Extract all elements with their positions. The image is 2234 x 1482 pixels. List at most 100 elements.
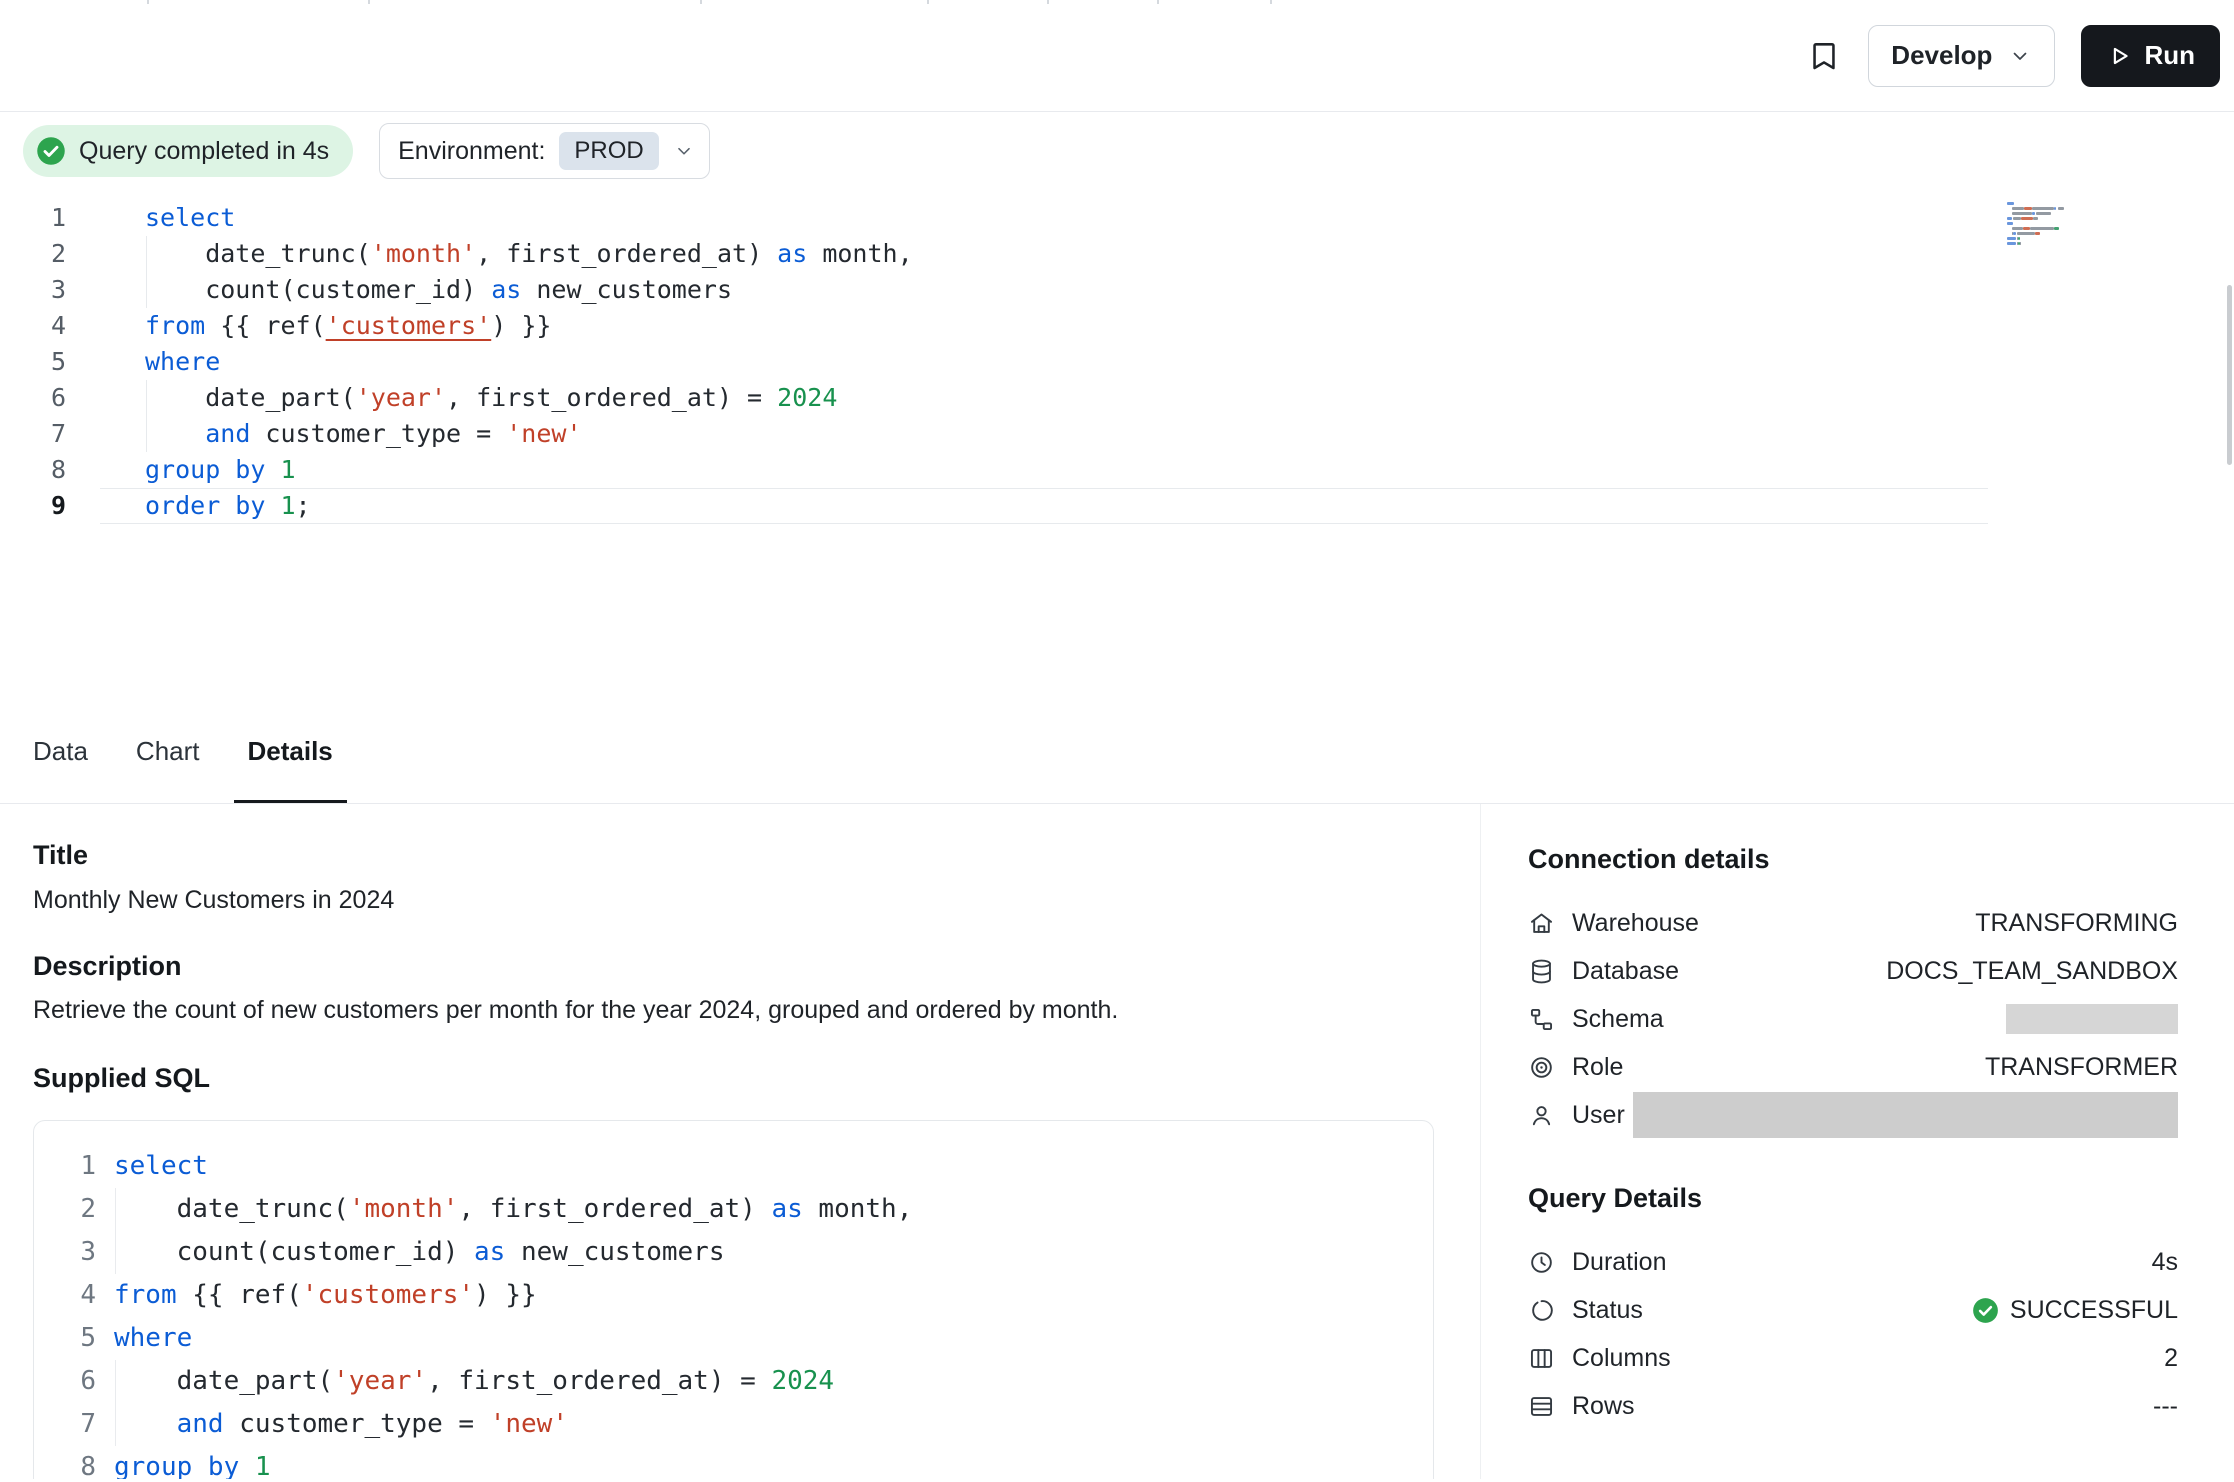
environment-value-pill: PROD (559, 132, 658, 170)
code-text: order by 1; (100, 488, 1988, 524)
code-line: 2 date_trunc('month', first_ordered_at) … (34, 1188, 1433, 1231)
develop-dropdown[interactable]: Develop (1868, 25, 2055, 87)
code-text: count(customer_id) as new_customers (100, 272, 1988, 308)
connection-details-heading: Connection details (1528, 844, 2178, 875)
tab-details-label: Details (248, 736, 333, 767)
code-text: from {{ ref('customers') }} (100, 308, 1988, 344)
code-line: 5where (0, 344, 2234, 380)
redacted-value (2006, 1004, 2178, 1034)
query-details-heading: Query Details (1528, 1183, 2178, 1214)
user-icon (1528, 1102, 1555, 1129)
rows-icon (1528, 1393, 1555, 1420)
bookmark-button[interactable] (1806, 38, 1842, 74)
detail-label: Columns (1572, 1344, 1671, 1373)
minimap-line (2007, 232, 2093, 235)
tab-data[interactable]: Data (19, 703, 102, 803)
chevron-down-icon (2008, 44, 2032, 68)
tab-chart-label: Chart (136, 736, 200, 767)
detail-row: Schema (1528, 995, 2178, 1043)
code-line: 7 and customer_type = 'new' (0, 416, 2234, 452)
code-line: 6 date_part('year', first_ordered_at) = … (0, 380, 2234, 416)
description-heading: Description (33, 951, 1480, 982)
line-number: 7 (0, 416, 100, 452)
columns-icon (1528, 1345, 1555, 1372)
query-status-badge: Query completed in 4s (23, 125, 353, 177)
code-text: from {{ ref('customers') }} (96, 1274, 1433, 1317)
line-number: 3 (34, 1231, 96, 1274)
detail-label: Database (1572, 957, 1679, 986)
line-number: 8 (34, 1446, 96, 1479)
minimap-line (2007, 242, 2093, 245)
query-status-text: Query completed in 4s (79, 137, 329, 166)
code-text: select (96, 1145, 1433, 1188)
page-scrollbar[interactable] (2227, 285, 2232, 465)
database-icon (1528, 958, 1555, 985)
detail-label: Role (1572, 1053, 1623, 1082)
run-button[interactable]: Run (2081, 25, 2220, 87)
tab-strip (0, 0, 2234, 4)
description-value: Retrieve the count of new customers per … (33, 996, 1480, 1025)
details-left-pane: Title Monthly New Customers in 2024 Desc… (0, 804, 1480, 1479)
environment-label: Environment: (398, 137, 545, 166)
line-number: 5 (0, 344, 100, 380)
line-number: 2 (34, 1188, 96, 1231)
minimap-line (2007, 237, 2093, 240)
detail-row: Columns2 (1528, 1334, 2178, 1382)
bookmark-icon (1806, 38, 1842, 74)
line-number: 6 (34, 1360, 96, 1403)
duration-icon (1528, 1249, 1555, 1276)
code-text: count(customer_id) as new_customers (96, 1231, 1433, 1274)
schema-icon (1528, 1006, 1555, 1033)
minimap-line (2007, 222, 2093, 225)
code-line: 5where (34, 1317, 1433, 1360)
code-line: 8group by 1 (0, 452, 2234, 488)
minimap-line (2007, 207, 2093, 210)
sql-editor[interactable]: 1select2 date_trunc('month', first_order… (0, 190, 2234, 703)
minimap-line (2007, 202, 2093, 205)
line-number: 7 (34, 1403, 96, 1446)
run-label: Run (2144, 40, 2195, 71)
code-line: 4from {{ ref('customers') }} (34, 1274, 1433, 1317)
code-line: 3 count(customer_id) as new_customers (34, 1231, 1433, 1274)
model-ref-link[interactable]: 'customers' (326, 311, 492, 340)
status-icon (1528, 1297, 1555, 1324)
details-right-pane: Connection details Warehouse TRANSFORMING… (1480, 804, 2234, 1479)
code-line: 3 count(customer_id) as new_customers (0, 272, 2234, 308)
code-text: where (96, 1317, 1433, 1360)
redacted-value (1633, 1092, 2178, 1138)
detail-label: User (1572, 1101, 1625, 1130)
tab-chart[interactable]: Chart (122, 703, 214, 803)
query-details-panel: Duration4sStatusSUCCESSFULColumns2Rows--… (1528, 1238, 2178, 1430)
editor-minimap[interactable] (2007, 202, 2093, 247)
supplied-sql-block: 1select2 date_trunc('month', first_order… (33, 1120, 1434, 1479)
code-line: 2 date_trunc('month', first_ordered_at) … (0, 236, 2234, 272)
status-row: Query completed in 4s Environment: PROD (0, 112, 2234, 190)
line-number: 6 (0, 380, 100, 416)
minimap-line (2007, 227, 2093, 230)
title-heading: Title (33, 840, 1480, 871)
detail-value: 4s (2152, 1248, 2178, 1277)
detail-value: --- (2153, 1392, 2178, 1421)
code-text: group by 1 (96, 1446, 1433, 1479)
check-circle-icon (36, 136, 66, 166)
connection-details-panel: Warehouse TRANSFORMING DatabaseDOCS_TEAM_S… (1528, 899, 2178, 1139)
code-line: 9order by 1; (0, 488, 2234, 524)
detail-row: DatabaseDOCS_TEAM_SANDBOX (1528, 947, 2178, 995)
develop-label: Develop (1891, 40, 1992, 71)
role-icon (1528, 1054, 1555, 1081)
code-text: select (100, 200, 1988, 236)
line-number: 5 (34, 1317, 96, 1360)
code-text: date_trunc('month', first_ordered_at) as… (96, 1188, 1433, 1231)
details-content: Title Monthly New Customers in 2024 Desc… (0, 804, 2234, 1479)
code-line: 4from {{ ref('customers') }} (0, 308, 2234, 344)
detail-value: TRANSFORMING (1975, 909, 2178, 938)
code-line: 6 date_part('year', first_ordered_at) = … (34, 1360, 1433, 1403)
code-text: group by 1 (100, 452, 1988, 488)
detail-label: Warehouse (1572, 909, 1699, 938)
code-text: where (100, 344, 1988, 380)
detail-value: SUCCESSFUL (2010, 1296, 2178, 1325)
code-line: 1select (34, 1145, 1433, 1188)
environment-selector[interactable]: Environment: PROD (379, 123, 710, 179)
tab-details[interactable]: Details (234, 703, 347, 803)
detail-label: Schema (1572, 1005, 1664, 1034)
